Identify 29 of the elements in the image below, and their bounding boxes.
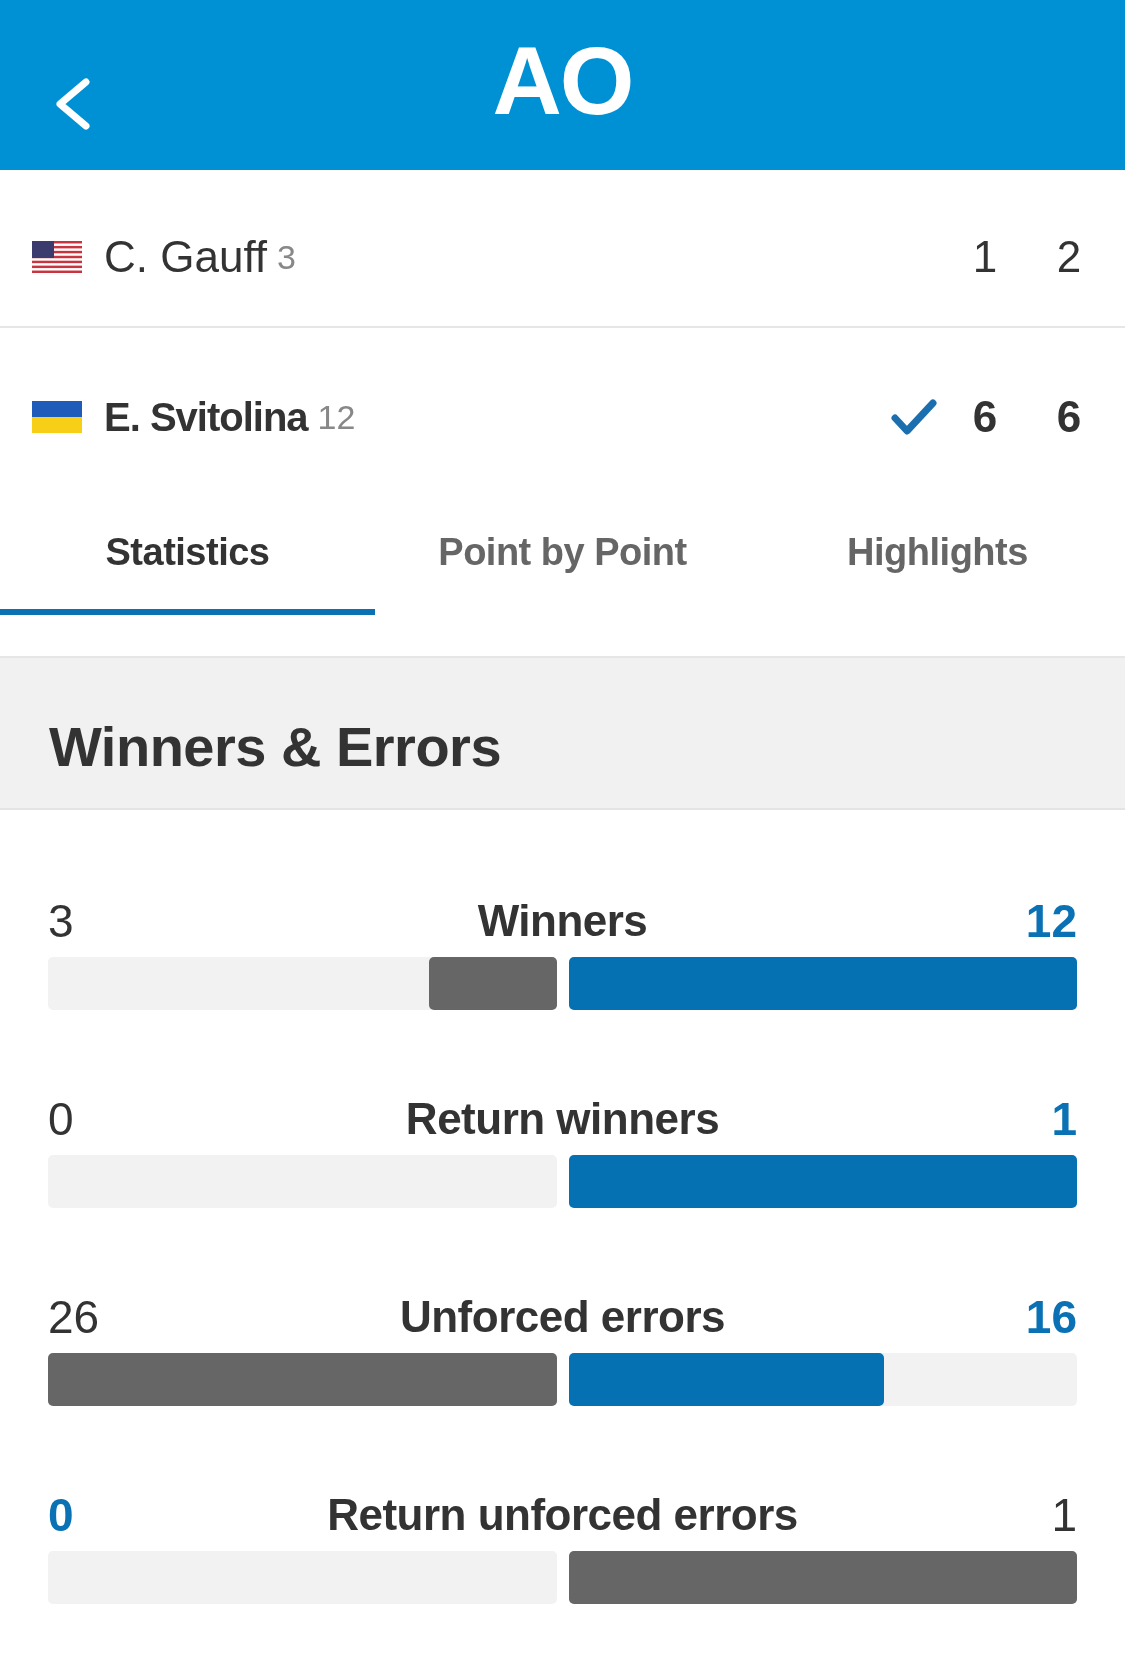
stat-value: 16 [1025,1292,1077,1342]
stat-label: Return winners [405,1094,720,1144]
player-name: E. Svitolina [104,394,308,441]
stat-value: 26 [48,1292,100,1342]
tab[interactable]: Point by Point [375,506,750,615]
set-score: 2 [1055,232,1083,282]
stat-value: 3 [48,896,74,946]
stat-value: 1 [1051,1490,1077,1540]
set-score: 6 [971,392,999,442]
tab[interactable]: Highlights [750,506,1125,615]
logo: AO [492,33,633,129]
player-seed: 3 [277,236,296,278]
stat-value: 12 [1025,896,1077,946]
section-title: Winners & Errors [49,716,502,778]
set-score: 6 [1055,392,1083,442]
back-icon [55,78,91,130]
player-name: C. Gauff [104,231,268,283]
flag-icon [32,401,82,433]
stat-value: 0 [48,1094,74,1144]
stat-value: 1 [1051,1094,1077,1144]
stat-value: 0 [48,1490,74,1540]
tab[interactable]: Statistics [0,506,375,615]
stat-label: Winners [477,896,648,946]
flag-icon [32,241,82,273]
back-button[interactable] [55,78,91,130]
stat-label: Return unforced errors [327,1490,798,1540]
player-seed: 12 [317,396,356,438]
stat-label: Unforced errors [399,1292,725,1342]
set-score: 1 [971,232,999,282]
